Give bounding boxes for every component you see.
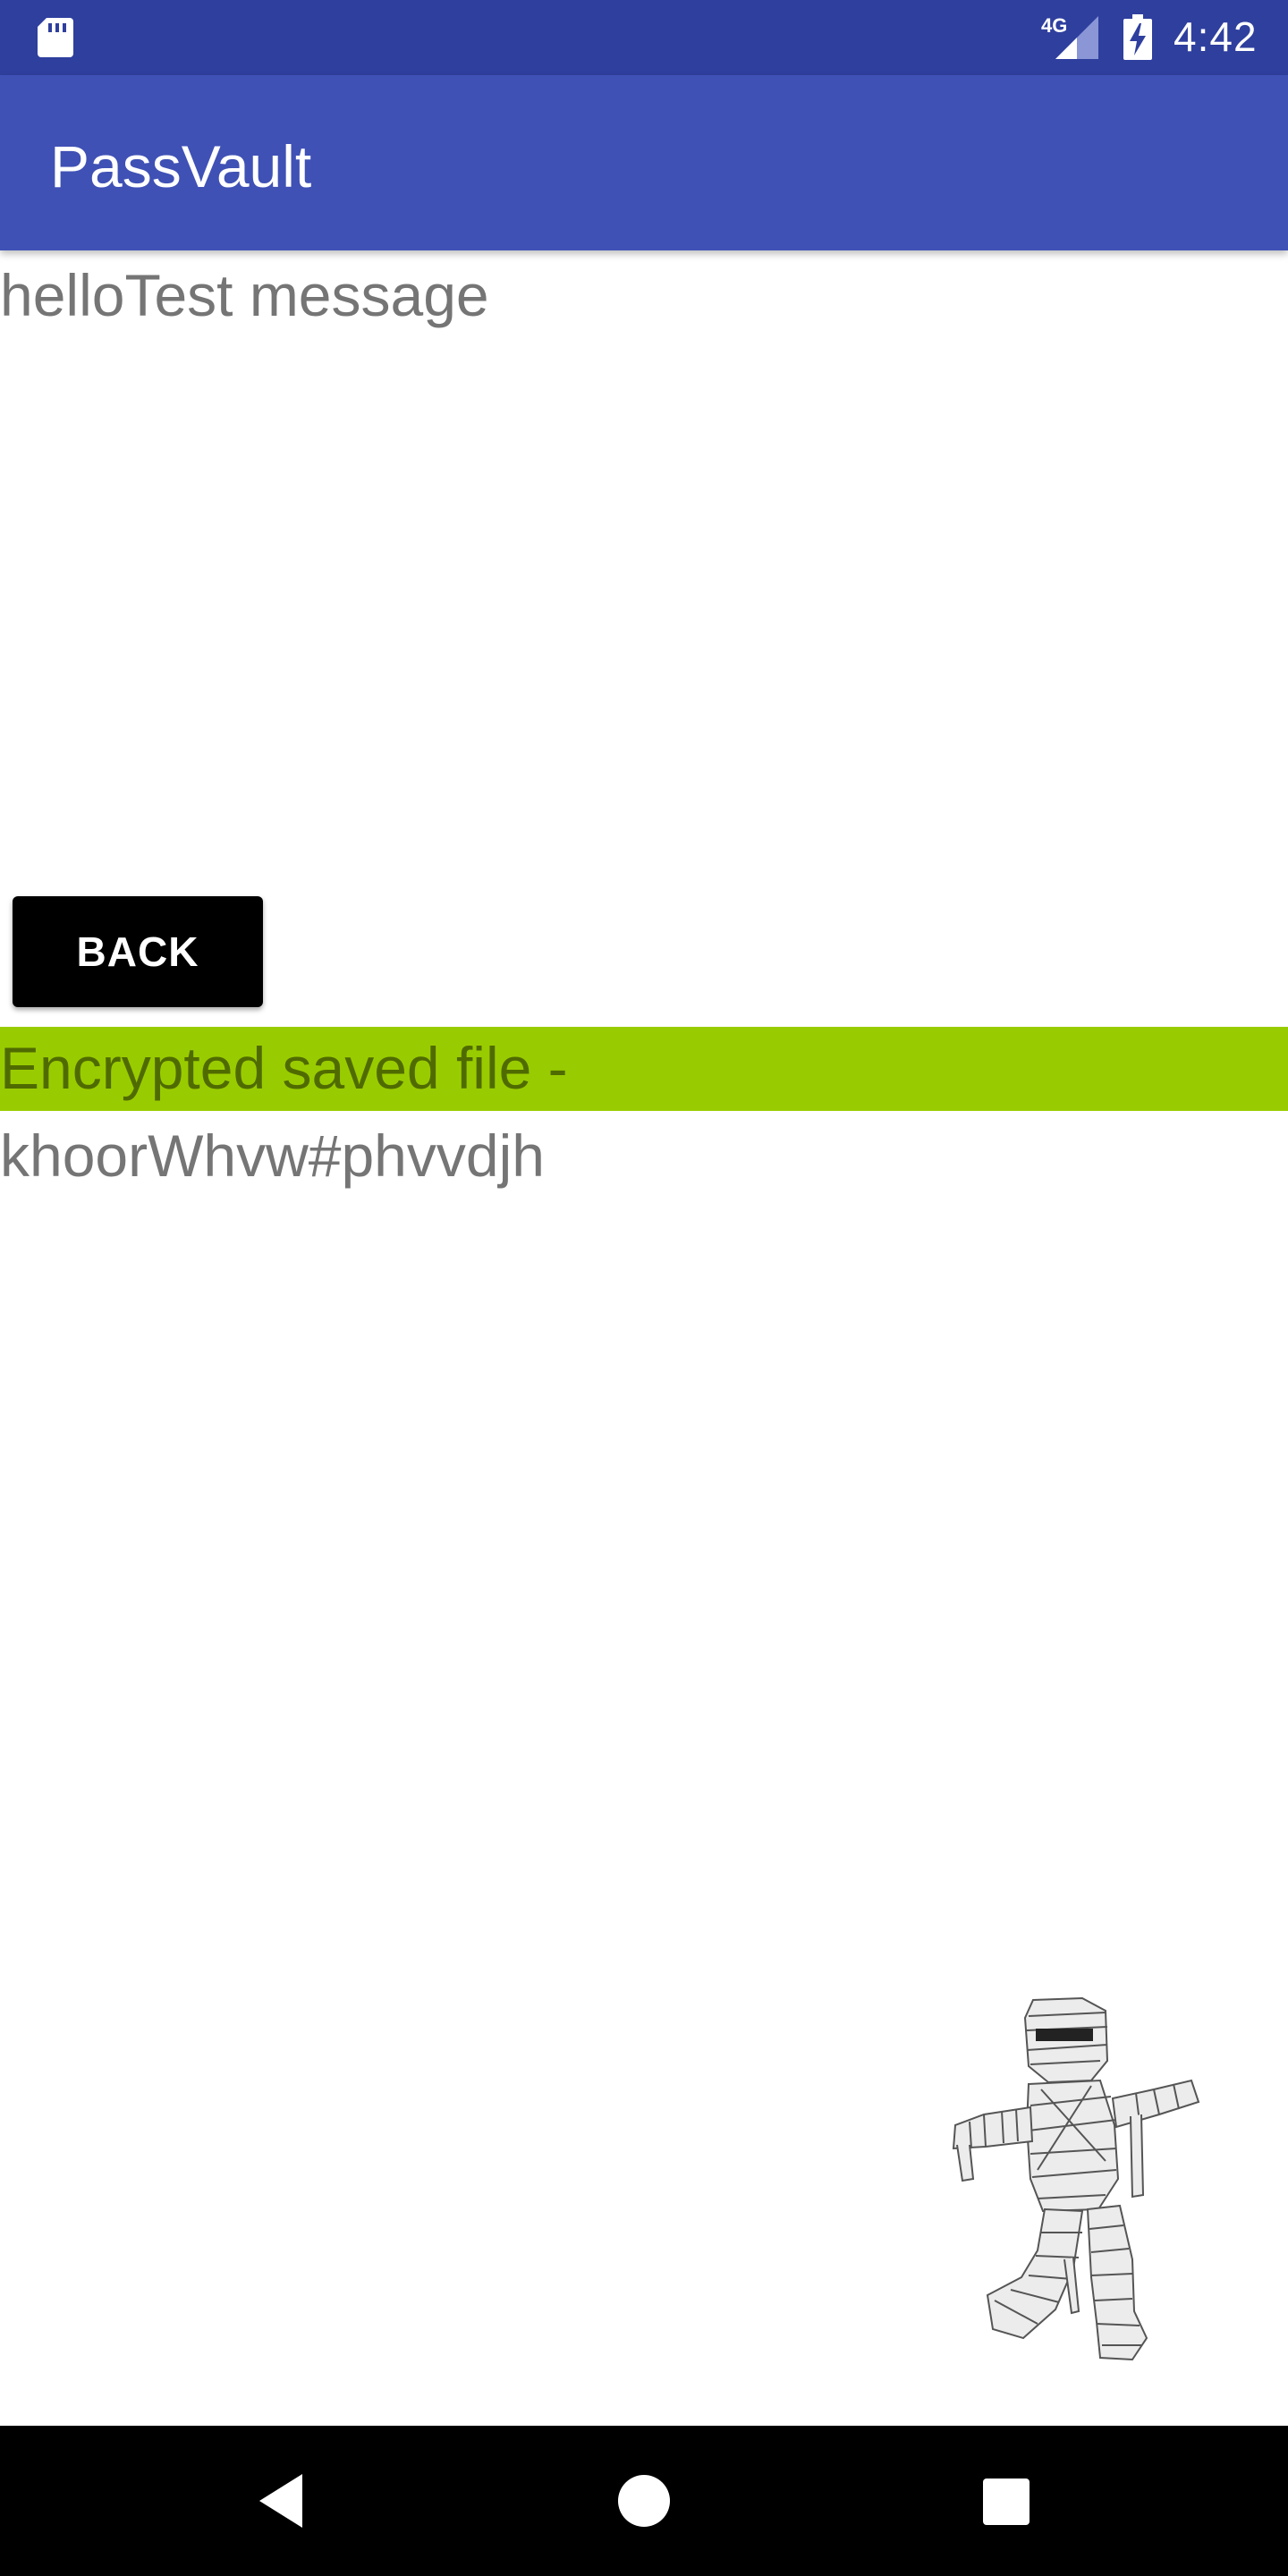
screen: 4G 4:42 PassVault helloTest message BACK… [0, 0, 1288, 2576]
encrypted-label: Encrypted saved file - [0, 1035, 568, 1101]
message-text: helloTest message [0, 262, 489, 328]
sd-card-icon [38, 18, 73, 57]
clock: 4:42 [1174, 13, 1258, 60]
navigation-bar [0, 2426, 1288, 2576]
recents-square-icon[interactable] [982, 2478, 1030, 2526]
app-title: PassVault [50, 133, 312, 199]
battery-charging-icon [1123, 14, 1152, 60]
app-bar: PassVault [0, 75, 1288, 250]
status-bar: 4G 4:42 [0, 0, 1288, 75]
home-circle-icon[interactable] [617, 2474, 671, 2528]
encrypted-value: khoorWhvw#phvvdjh [0, 1123, 545, 1189]
back-triangle-icon[interactable] [256, 2472, 309, 2529]
signal-icon [1055, 16, 1098, 59]
encrypted-banner: Encrypted saved file - [0, 1027, 1288, 1111]
mummy-illustration [952, 1996, 1200, 2361]
back-button[interactable]: BACK [13, 896, 263, 1007]
